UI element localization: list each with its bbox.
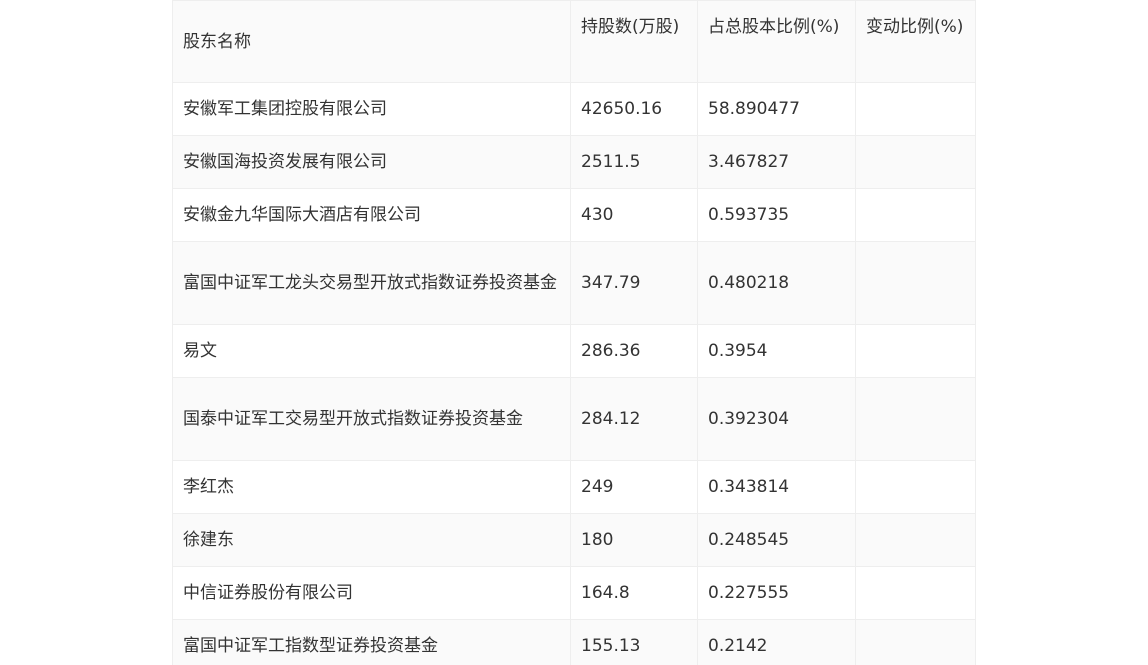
cell-share-ratio: 3.467827 [697,135,856,189]
cell-shareholder-name: 安徽金九华国际大酒店有限公司 [172,188,571,242]
table-row: 富国中证军工指数型证券投资基金 155.13 0.2142 [172,619,976,665]
table-row: 中信证券股份有限公司 164.8 0.227555 [172,566,976,620]
table-row: 李红杰 249 0.343814 [172,460,976,514]
cell-shares-held: 155.13 [570,619,698,665]
table-row: 国泰中证军工交易型开放式指数证券投资基金 284.12 0.392304 [172,377,976,461]
cell-shares-held: 180 [570,513,698,567]
cell-share-ratio: 0.343814 [697,460,856,514]
cell-shares-held: 249 [570,460,698,514]
cell-change-ratio [855,460,976,514]
cell-share-ratio: 0.480218 [697,241,856,325]
cell-share-ratio: 0.248545 [697,513,856,567]
header-change-ratio: 变动比例(%) [855,0,976,83]
table-row: 安徽金九华国际大酒店有限公司 430 0.593735 [172,188,976,242]
cell-shareholder-name: 易文 [172,324,571,378]
cell-share-ratio: 0.227555 [697,566,856,620]
cell-shares-held: 286.36 [570,324,698,378]
cell-change-ratio [855,513,976,567]
cell-shareholder-name: 徐建东 [172,513,571,567]
cell-shares-held: 284.12 [570,377,698,461]
header-share-ratio: 占总股本比例(%) [697,0,856,83]
cell-change-ratio [855,82,976,136]
cell-change-ratio [855,188,976,242]
cell-shares-held: 42650.16 [570,82,698,136]
cell-change-ratio [855,566,976,620]
table-row: 富国中证军工龙头交易型开放式指数证券投资基金 347.79 0.480218 [172,241,976,325]
table-row: 安徽军工集团控股有限公司 42650.16 58.890477 [172,82,976,136]
shareholder-table: 股东名称 持股数(万股) 占总股本比例(%) 变动比例(%) 安徽军工集团控股有… [172,0,976,665]
cell-share-ratio: 58.890477 [697,82,856,136]
header-shares-held: 持股数(万股) [570,0,698,83]
cell-change-ratio [855,377,976,461]
cell-shareholder-name: 富国中证军工指数型证券投资基金 [172,619,571,665]
cell-share-ratio: 0.593735 [697,188,856,242]
cell-change-ratio [855,324,976,378]
cell-shareholder-name: 中信证券股份有限公司 [172,566,571,620]
cell-change-ratio [855,619,976,665]
shareholder-table-container: 股东名称 持股数(万股) 占总股本比例(%) 变动比例(%) 安徽军工集团控股有… [172,0,976,665]
cell-shares-held: 430 [570,188,698,242]
table-row: 安徽国海投资发展有限公司 2511.5 3.467827 [172,135,976,189]
cell-share-ratio: 0.2142 [697,619,856,665]
cell-share-ratio: 0.3954 [697,324,856,378]
table-header-row: 股东名称 持股数(万股) 占总股本比例(%) 变动比例(%) [172,0,976,83]
cell-share-ratio: 0.392304 [697,377,856,461]
table-row: 易文 286.36 0.3954 [172,324,976,378]
cell-shares-held: 347.79 [570,241,698,325]
cell-shares-held: 2511.5 [570,135,698,189]
cell-shareholder-name: 国泰中证军工交易型开放式指数证券投资基金 [172,377,571,461]
cell-shares-held: 164.8 [570,566,698,620]
table-row: 徐建东 180 0.248545 [172,513,976,567]
cell-change-ratio [855,135,976,189]
cell-change-ratio [855,241,976,325]
cell-shareholder-name: 安徽国海投资发展有限公司 [172,135,571,189]
cell-shareholder-name: 安徽军工集团控股有限公司 [172,82,571,136]
cell-shareholder-name: 李红杰 [172,460,571,514]
cell-shareholder-name: 富国中证军工龙头交易型开放式指数证券投资基金 [172,241,571,325]
header-shareholder-name: 股东名称 [172,0,571,83]
